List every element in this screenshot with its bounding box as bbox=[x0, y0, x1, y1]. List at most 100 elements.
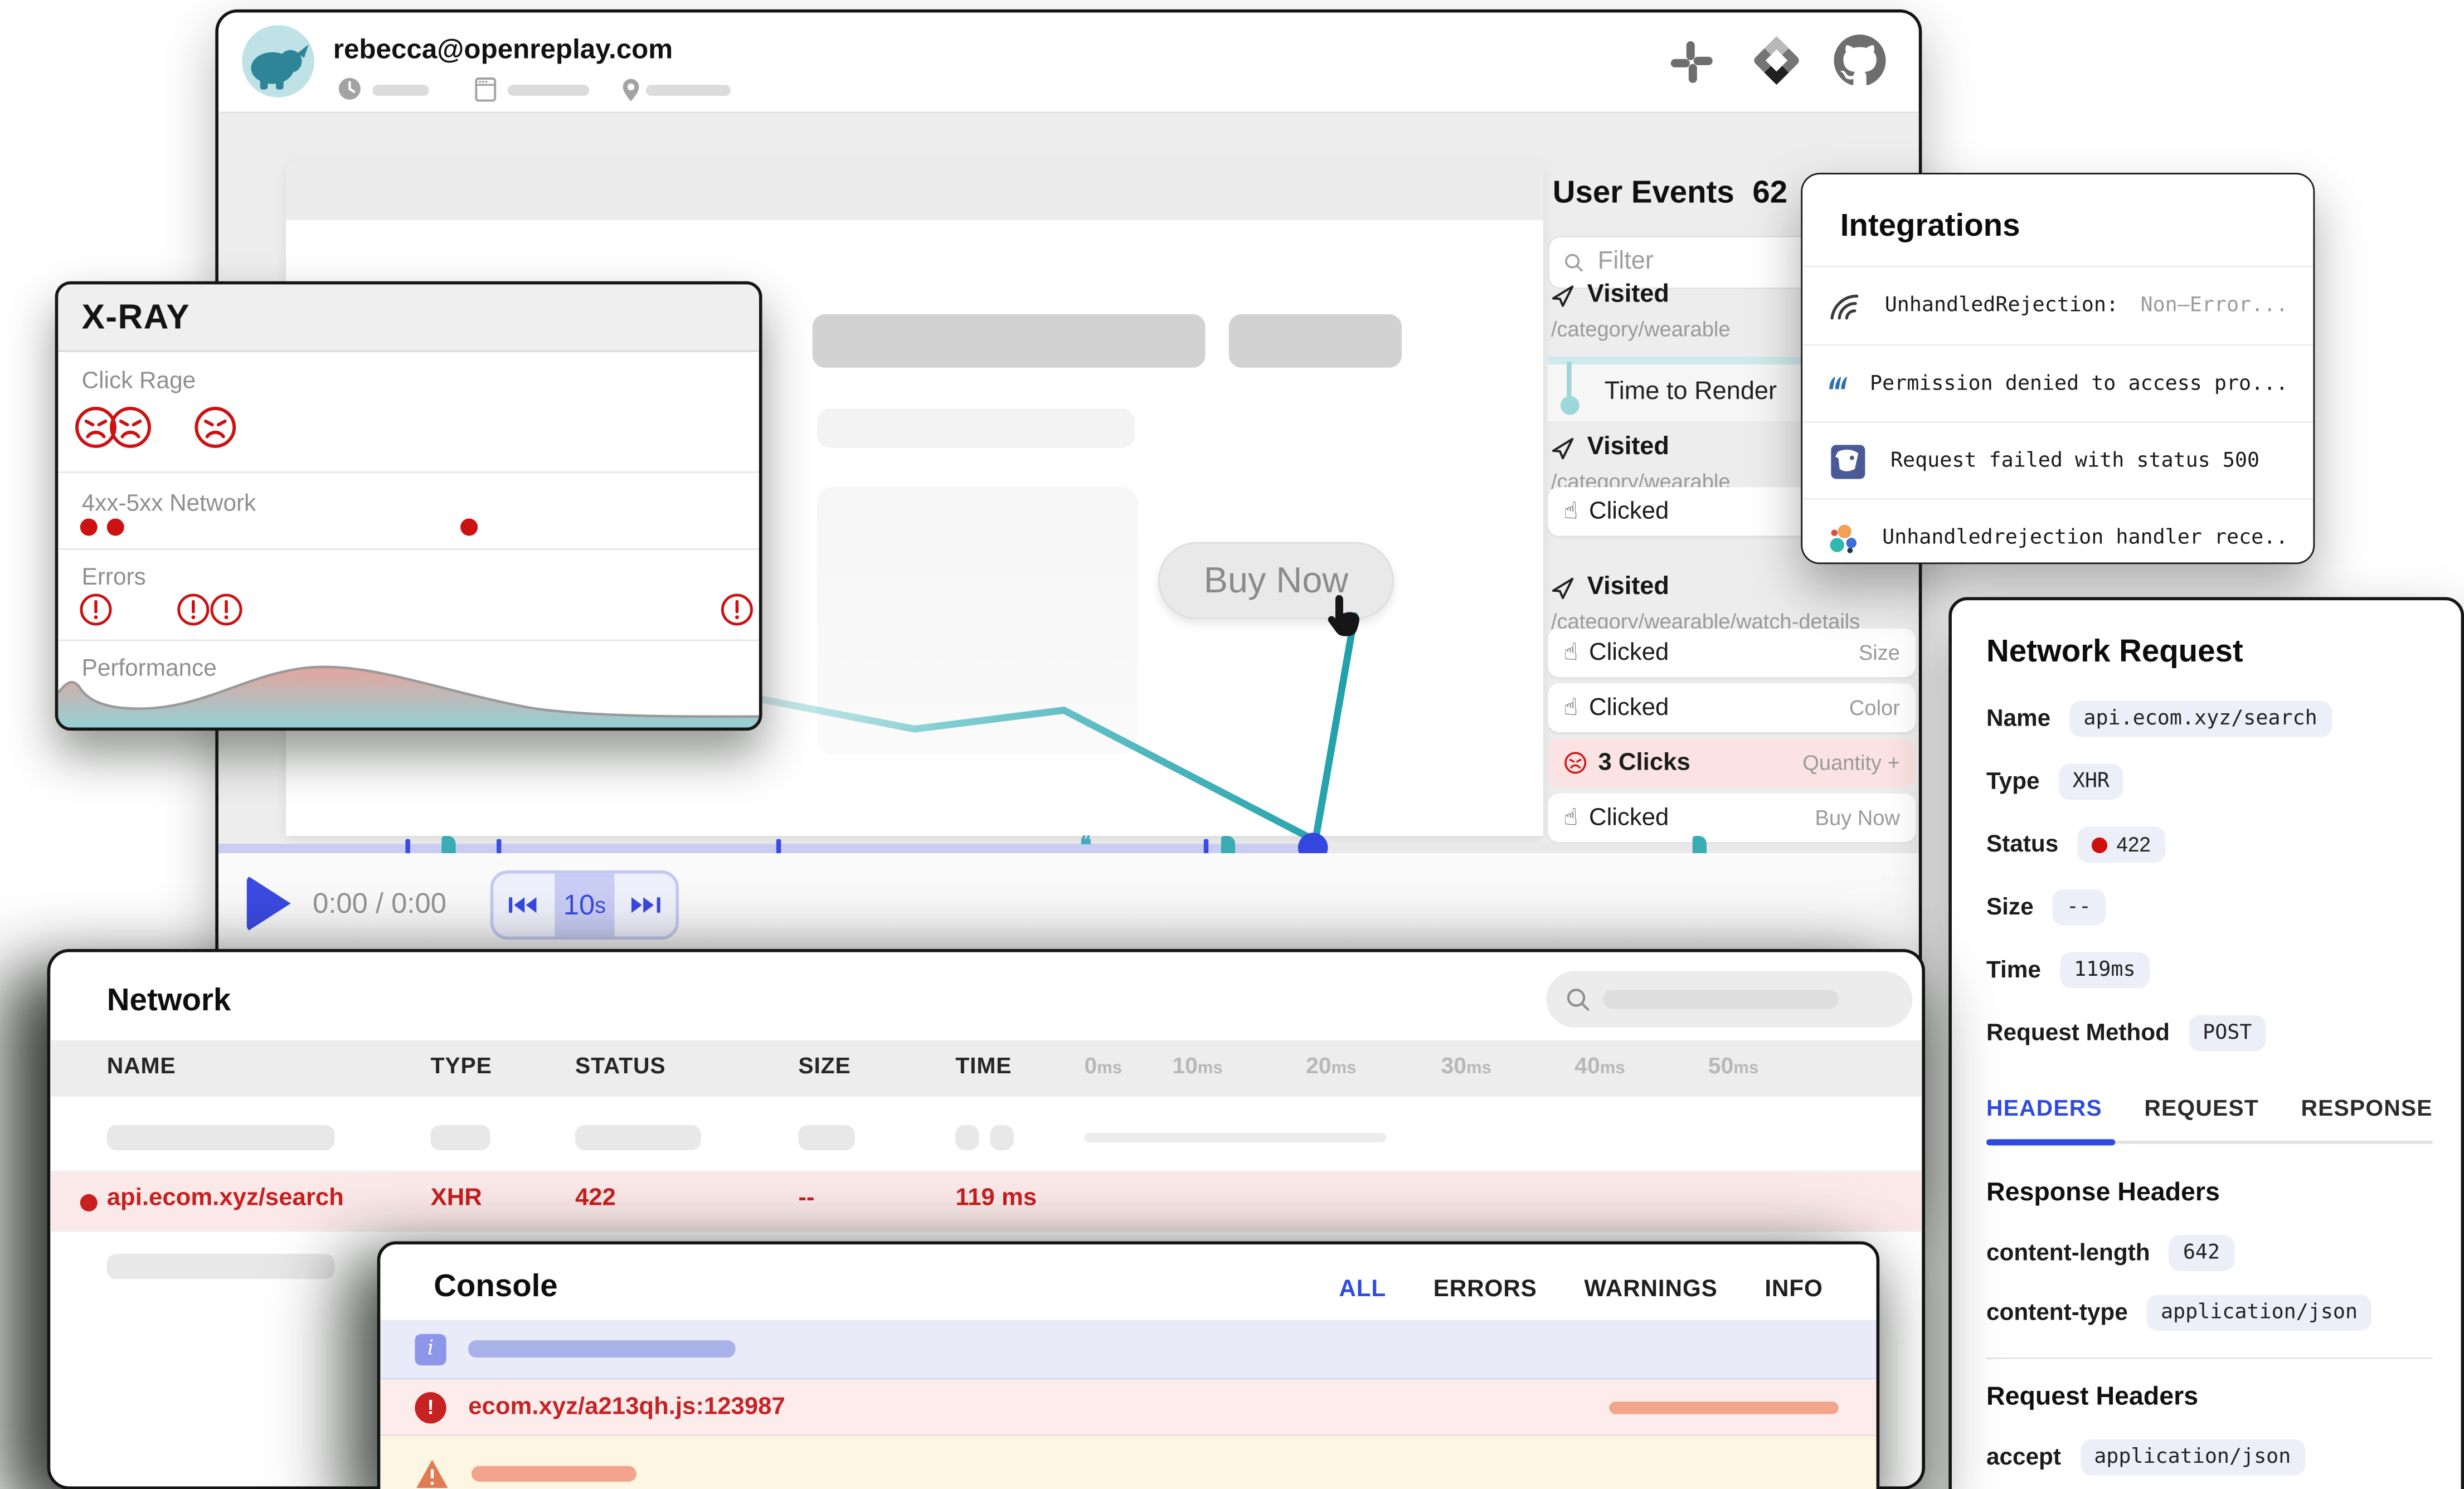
skip-back-icon bbox=[508, 893, 540, 918]
console-row-error[interactable]: ! ecom.xyz/a213qh.js:123987 bbox=[380, 1380, 1876, 1437]
event-label: 3 Clicks bbox=[1598, 749, 1690, 777]
jira-icon[interactable] bbox=[1749, 33, 1804, 88]
event-visited[interactable]: Visited bbox=[1551, 281, 1669, 310]
user-events-title-text: User Events bbox=[1553, 176, 1734, 211]
skip-forward-button[interactable] bbox=[615, 874, 675, 937]
field-value: -- bbox=[2052, 889, 2105, 926]
network-error-dot[interactable] bbox=[460, 518, 478, 536]
console-window: Console ALL ERRORS WARNINGS INFO i ! eco… bbox=[377, 1241, 1880, 1489]
event-target: Quantity + bbox=[1802, 751, 1900, 775]
console-row-info[interactable]: i bbox=[380, 1320, 1876, 1379]
tab-warnings[interactable]: WARNINGS bbox=[1584, 1276, 1717, 1303]
integration-row[interactable]: UnhandledRejection: Non–Error... bbox=[1802, 266, 2313, 344]
event-label: Clicked bbox=[1589, 804, 1669, 832]
timing-marker-dot bbox=[1559, 396, 1578, 415]
integrations-panel: Integrations UnhandledRejection: Non–Err… bbox=[1801, 173, 2315, 564]
status-code: 422 bbox=[2117, 833, 2151, 856]
network-error-dot[interactable] bbox=[107, 518, 124, 536]
header-value: 642 bbox=[2169, 1235, 2234, 1271]
session-user-email: rebecca@openreplay.com bbox=[333, 33, 673, 66]
divider bbox=[58, 471, 759, 473]
console-row-warning[interactable] bbox=[380, 1436, 1876, 1489]
event-clicked[interactable]: ☝ Clicked Buy Now bbox=[1548, 794, 1916, 842]
header-label: content-length bbox=[1986, 1240, 2150, 1267]
location-pin-icon bbox=[621, 77, 641, 104]
field-value: 119ms bbox=[2060, 952, 2150, 989]
xray-title: X-RAY bbox=[58, 284, 759, 352]
event-label: Visited bbox=[1587, 573, 1669, 602]
network-row-skeleton[interactable] bbox=[50, 1103, 1922, 1172]
rage-face-icon[interactable] bbox=[109, 405, 153, 449]
field-label: Status bbox=[1986, 831, 2058, 858]
warning-icon bbox=[415, 1458, 449, 1489]
xray-errors-label: Errors bbox=[82, 564, 146, 591]
avatar bbox=[242, 25, 314, 98]
play-button[interactable] bbox=[247, 875, 291, 932]
integration-message: Unhandledrejection handler rece.. bbox=[1882, 527, 2288, 550]
event-visited[interactable]: Visited bbox=[1551, 573, 1669, 602]
navigate-icon bbox=[1551, 284, 1574, 307]
divider bbox=[58, 640, 759, 641]
header-label: accept bbox=[1986, 1444, 2061, 1471]
request-time: 119 ms bbox=[955, 1185, 1037, 1213]
tab-headers[interactable]: HEADERS bbox=[1986, 1097, 2102, 1122]
user-events-title: User Events 62 bbox=[1553, 176, 1787, 212]
tab-all[interactable]: ALL bbox=[1339, 1276, 1386, 1303]
event-rage-clicks[interactable]: 3 Clicks Quantity + bbox=[1548, 738, 1916, 787]
integration-row[interactable]: Request failed with status 500 bbox=[1802, 421, 2313, 500]
network-search[interactable] bbox=[1546, 971, 1912, 1028]
integration-message: Permission denied to access pro... bbox=[1870, 372, 2288, 396]
log-skeleton bbox=[1609, 1401, 1839, 1414]
sentry-icon bbox=[1828, 285, 1863, 326]
search-skeleton bbox=[1603, 990, 1839, 1009]
event-clicked[interactable]: ☝ Clicked Color bbox=[1548, 684, 1916, 732]
tab-request[interactable]: REQUEST bbox=[2144, 1097, 2259, 1122]
slack-icon[interactable] bbox=[1669, 39, 1714, 85]
event-label: Visited bbox=[1587, 434, 1669, 462]
console-title: Console bbox=[434, 1269, 557, 1306]
request-size: -- bbox=[798, 1185, 814, 1213]
network-error-dot[interactable] bbox=[80, 518, 98, 536]
error-icon[interactable] bbox=[176, 592, 211, 627]
player-timeline[interactable]: ❛❛ bbox=[218, 844, 1922, 853]
skip-value: 10 bbox=[563, 888, 595, 921]
tab-errors[interactable]: ERRORS bbox=[1433, 1276, 1537, 1303]
github-icon[interactable] bbox=[1834, 35, 1885, 86]
info-icon: i bbox=[415, 1333, 446, 1364]
skip-back-button[interactable] bbox=[493, 874, 554, 937]
error-icon[interactable] bbox=[209, 592, 244, 627]
skip-duration[interactable]: 10s bbox=[554, 874, 615, 937]
network-row-error[interactable]: api.ecom.xyz/search XHR 422 -- 119 ms bbox=[50, 1172, 1922, 1232]
session-topbar: rebecca@openreplay.com bbox=[218, 13, 1919, 113]
log-skeleton bbox=[472, 1466, 636, 1482]
timeline-progress bbox=[218, 844, 1312, 853]
event-label: Visited bbox=[1587, 281, 1669, 310]
player-controls: 0:00 / 0:00 10s CONSOLE NETWORK PERFORMA… bbox=[218, 853, 1922, 962]
rage-face-icon[interactable] bbox=[193, 405, 237, 449]
navigate-icon bbox=[1551, 576, 1574, 599]
datadog-icon bbox=[1828, 441, 1868, 481]
event-target: Size bbox=[1859, 641, 1900, 664]
event-visited[interactable]: Visited bbox=[1551, 434, 1669, 462]
xray-network-label: 4xx-5xx Network bbox=[82, 490, 256, 517]
error-icon[interactable] bbox=[720, 592, 754, 627]
request-name: api.ecom.xyz/search bbox=[107, 1185, 344, 1213]
header-value: application/json bbox=[2080, 1439, 2305, 1476]
tab-info[interactable]: INFO bbox=[1765, 1276, 1823, 1303]
cursor-hand-icon bbox=[1321, 592, 1369, 646]
response-headers-heading: Response Headers bbox=[1986, 1179, 2220, 1209]
replayed-page-header bbox=[286, 160, 1543, 220]
error-icon[interactable] bbox=[79, 592, 113, 627]
event-path: /category/wearable bbox=[1551, 318, 1731, 341]
integration-row[interactable]: Unhandledrejection handler rece.. bbox=[1802, 498, 2313, 564]
tab-response[interactable]: RESPONSE bbox=[2301, 1097, 2432, 1122]
event-label: Time to Render bbox=[1605, 379, 1777, 407]
network-title: Network bbox=[107, 984, 231, 1020]
integration-message-muted: Non–Error... bbox=[2141, 294, 2288, 317]
meta-skeleton bbox=[646, 85, 731, 96]
event-clicked[interactable]: ☝ Clicked Size bbox=[1548, 629, 1916, 677]
integrations-title: Integrations bbox=[1840, 209, 2020, 245]
integration-row[interactable]: Permission denied to access pro... bbox=[1802, 344, 2313, 422]
field-value: api.ecom.xyz/search bbox=[2069, 701, 2331, 737]
field-label: Request Method bbox=[1986, 1020, 2170, 1047]
